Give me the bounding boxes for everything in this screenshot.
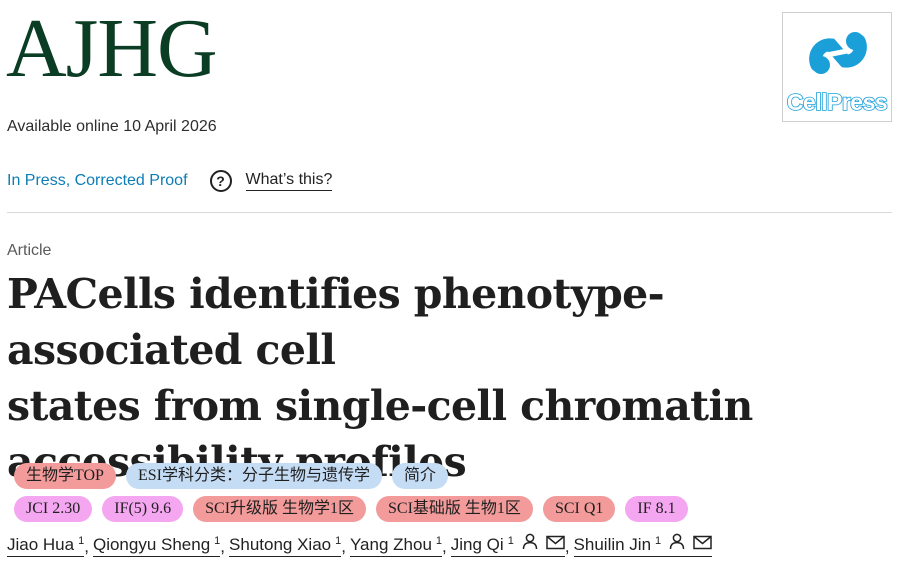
- tag-badge[interactable]: SCI基础版 生物1区: [376, 496, 533, 522]
- journal-logo[interactable]: AJHG: [6, 4, 218, 94]
- email-icon: [693, 535, 712, 555]
- affiliation-sup: 1: [78, 535, 85, 547]
- affiliation-sup: 1: [214, 535, 221, 547]
- tag-badge[interactable]: IF 8.1: [625, 496, 688, 522]
- availability-date: Available online 10 April 2026: [7, 118, 217, 135]
- author-link[interactable]: Jiao Hua 1: [7, 535, 85, 557]
- author-separator: ,: [220, 537, 226, 556]
- author-name: Jiao Hua: [7, 535, 75, 554]
- affiliation-sup: 1: [435, 535, 443, 547]
- tag-badge[interactable]: ESI学科分类：分子生物与遗传学: [125, 463, 382, 489]
- email-icon: [546, 535, 565, 555]
- person-icon: [669, 533, 685, 555]
- header-divider: [7, 212, 892, 213]
- author-name: Yang Zhou: [349, 535, 432, 554]
- tag-row: JCI 2.30 IF(5) 9.6 SCI升级版 生物学1区 SCI基础版 生…: [14, 496, 894, 522]
- cellpress-logo-text: CellPress: [786, 88, 888, 116]
- tag-badge[interactable]: IF(5) 9.6: [102, 496, 184, 522]
- author-link[interactable]: Jing Qi 1: [450, 533, 565, 557]
- affiliation-sup: 1: [655, 535, 662, 547]
- author-name: Jing Qi: [450, 535, 504, 554]
- author-separator: ,: [341, 537, 346, 556]
- whats-this-link[interactable]: What’s this?: [245, 171, 333, 191]
- article-title: PACells identifies phenotype-associated …: [7, 266, 892, 490]
- title-line: PACells identifies phenotype-associated …: [7, 270, 665, 374]
- person-icon: [522, 533, 538, 555]
- cellpress-logo[interactable]: CellPress: [782, 12, 892, 122]
- author-name: Qiongyu Sheng: [92, 535, 211, 554]
- tag-badge[interactable]: 生物学TOP: [14, 463, 116, 489]
- tag-row: 生物学TOP ESI学科分类：分子生物与遗传学 简介: [14, 463, 894, 489]
- affiliation-sup: 1: [335, 535, 342, 547]
- journal-metrics-tags: 生物学TOP ESI学科分类：分子生物与遗传学 简介 JCI 2.30 IF(5…: [14, 463, 894, 529]
- question-circle-icon[interactable]: ?: [209, 170, 232, 192]
- affiliation-sup: 1: [507, 535, 514, 547]
- tag-badge[interactable]: SCI升级版 生物学1区: [193, 496, 367, 522]
- author-name: Shutong Xiao: [229, 535, 332, 554]
- author-link[interactable]: Qiongyu Sheng 1: [92, 535, 221, 557]
- tag-badge[interactable]: JCI 2.30: [14, 496, 93, 522]
- author-name: Shuilin Jin: [573, 535, 652, 554]
- article-type: Article: [7, 242, 52, 259]
- in-press-link[interactable]: In Press, Corrected Proof: [7, 172, 188, 190]
- article-status: In Press, Corrected Proof ? What’s this?: [7, 168, 333, 194]
- author-separator: ,: [84, 537, 89, 556]
- tag-badge[interactable]: SCI Q1: [542, 496, 616, 522]
- author-separator: ,: [442, 537, 447, 556]
- author-list: Jiao Hua 1 , Qiongyu Sheng 1 , Shutong Xia…: [7, 531, 713, 557]
- author-link[interactable]: Shutong Xiao 1: [229, 535, 342, 557]
- author-link[interactable]: Shuilin Jin 1: [573, 533, 713, 557]
- author-link[interactable]: Yang Zhou 1: [349, 535, 443, 557]
- author-separator: ,: [564, 537, 570, 556]
- cellpress-mark-icon: [809, 32, 867, 74]
- title-line: states from single-cell chromatin: [7, 382, 753, 430]
- tag-badge[interactable]: 简介: [391, 463, 448, 489]
